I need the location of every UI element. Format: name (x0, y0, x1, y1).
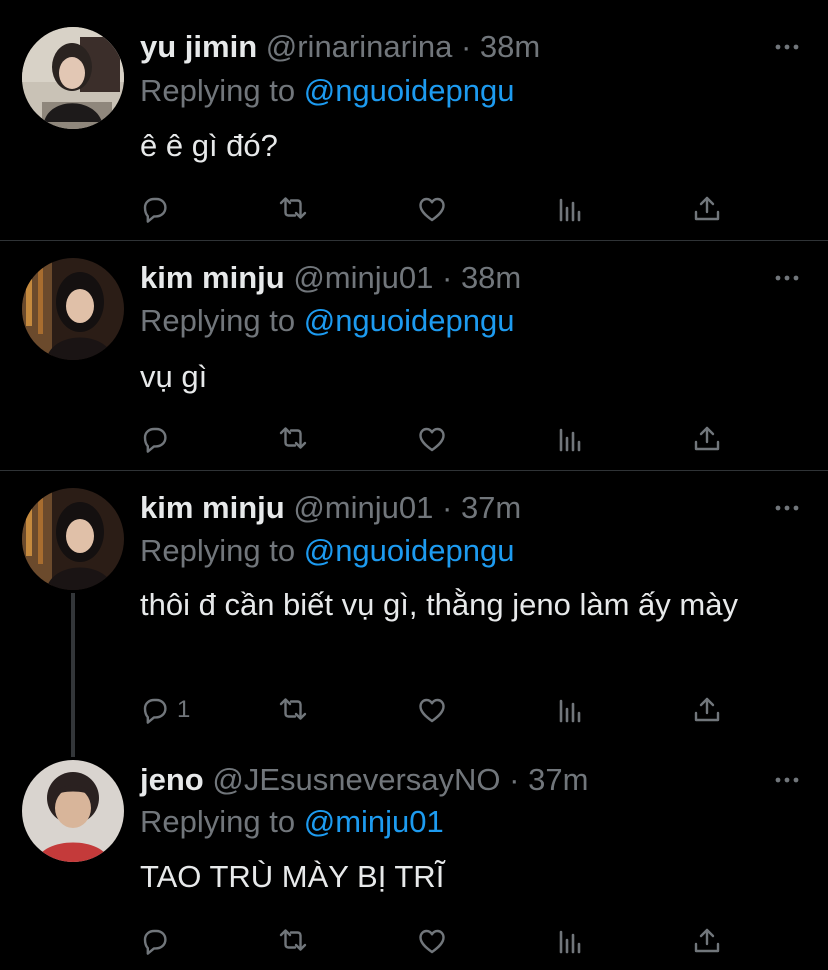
tweet-text: vụ gì (140, 359, 208, 394)
share-button[interactable] (692, 419, 722, 459)
retweet-icon (278, 424, 308, 454)
retweet-icon (278, 695, 308, 725)
tweet[interactable]: jeno @JEsusneversayNO · 37m Replying to … (0, 741, 828, 970)
like-button[interactable] (417, 690, 447, 730)
tweet[interactable]: kim minju @minju01 · 38m Replying to @ng… (0, 241, 828, 470)
more-icon[interactable] (774, 767, 800, 793)
separator: · (509, 762, 520, 797)
reply-button[interactable]: 1 (141, 690, 190, 730)
tweet-header: jeno @JEsusneversayNO · 37m (140, 760, 738, 800)
reply-icon (141, 194, 171, 224)
replying-to: Replying to @nguoidepngu (140, 71, 514, 111)
replying-prefix: Replying to (140, 303, 296, 338)
like-icon (417, 695, 447, 725)
reply-button[interactable] (141, 921, 177, 961)
analytics-button[interactable] (556, 419, 586, 459)
display-name[interactable]: kim minju (140, 490, 285, 525)
like-button[interactable] (417, 189, 447, 229)
like-icon (417, 926, 447, 956)
separator: · (441, 490, 453, 525)
avatar[interactable] (22, 760, 124, 862)
display-name[interactable]: jeno (140, 762, 204, 797)
like-button[interactable] (417, 921, 447, 961)
more-icon[interactable] (774, 495, 800, 521)
retweet-button[interactable] (278, 921, 308, 961)
mention-link[interactable]: @nguoidepngu (304, 533, 515, 568)
tweet[interactable]: kim minju @minju01 · 37m Replying to @ng… (0, 471, 828, 741)
share-icon (692, 424, 722, 454)
analytics-button[interactable] (556, 690, 586, 730)
mention-link[interactable]: @nguoidepngu (304, 73, 515, 108)
action-bar (0, 189, 828, 229)
action-bar (0, 419, 828, 459)
retweet-icon (278, 194, 308, 224)
share-icon (692, 194, 722, 224)
analytics-icon (556, 424, 586, 454)
reply-icon (141, 926, 171, 956)
reply-count: 1 (177, 696, 191, 723)
reply-button[interactable] (141, 419, 177, 459)
user-handle[interactable]: @minju01 (293, 490, 433, 525)
retweet-button[interactable] (278, 189, 308, 229)
tweet-text: ê ê gì đó? (140, 128, 278, 163)
display-name[interactable]: yu jimin (140, 29, 257, 64)
reply-icon (141, 695, 171, 725)
share-icon (692, 695, 722, 725)
tweet[interactable]: yu jimin @rinarinarina · 38m Replying to… (0, 0, 828, 240)
analytics-button[interactable] (556, 921, 586, 961)
avatar[interactable] (22, 488, 124, 590)
replying-to: Replying to @minju01 (140, 802, 444, 842)
like-button[interactable] (417, 419, 447, 459)
more-icon[interactable] (774, 34, 800, 60)
avatar[interactable] (22, 258, 124, 360)
tweet-text: thôi đ cần biết vụ gì, thằng jeno làm ấy… (140, 587, 738, 622)
separator: · (441, 260, 453, 295)
mention-link[interactable]: @nguoidepngu (304, 303, 515, 338)
share-button[interactable] (692, 189, 722, 229)
tweet-header: kim minju @minju01 · 37m (140, 488, 738, 528)
tweet-header: kim minju @minju01 · 38m (140, 258, 738, 298)
replying-prefix: Replying to (140, 533, 296, 568)
more-icon[interactable] (774, 265, 800, 291)
reply-button[interactable] (141, 189, 177, 229)
analytics-icon (556, 926, 586, 956)
replying-to: Replying to @nguoidepngu (140, 531, 514, 571)
share-button[interactable] (692, 690, 722, 730)
user-handle[interactable]: @minju01 (293, 260, 433, 295)
share-icon (692, 926, 722, 956)
timestamp[interactable]: 38m (480, 29, 540, 64)
timestamp[interactable]: 38m (461, 260, 521, 295)
retweet-button[interactable] (278, 419, 308, 459)
display-name[interactable]: kim minju (140, 260, 285, 295)
avatar[interactable] (22, 27, 124, 129)
user-handle[interactable]: @JEsusneversayNO (212, 762, 500, 797)
analytics-button[interactable] (556, 189, 586, 229)
replying-to: Replying to @nguoidepngu (140, 301, 514, 341)
separator: · (460, 29, 472, 64)
tweet-text: TAO TRÙ MÀY BỊ TRĨ (140, 859, 445, 894)
retweet-button[interactable] (278, 690, 308, 730)
analytics-icon (556, 194, 586, 224)
like-icon (417, 194, 447, 224)
mention-link[interactable]: @minju01 (304, 804, 444, 839)
replying-prefix: Replying to (140, 73, 296, 108)
timestamp[interactable]: 37m (528, 762, 588, 797)
like-icon (417, 424, 447, 454)
tweet-header: yu jimin @rinarinarina · 38m (140, 27, 738, 67)
timestamp[interactable]: 37m (461, 490, 521, 525)
reply-icon (141, 424, 171, 454)
share-button[interactable] (692, 921, 722, 961)
retweet-icon (278, 926, 308, 956)
user-handle[interactable]: @rinarinarina (266, 29, 453, 64)
replying-prefix: Replying to (140, 804, 296, 839)
analytics-icon (556, 695, 586, 725)
action-bar (0, 921, 828, 961)
action-bar: 1 (0, 690, 828, 730)
